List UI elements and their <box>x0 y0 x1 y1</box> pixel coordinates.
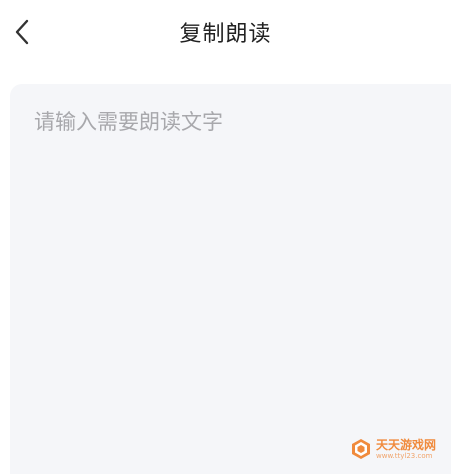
copy-read-screen: 复制朗读 天天游戏网 www.ttyl23.com <box>0 0 451 474</box>
read-text-input[interactable] <box>10 84 451 474</box>
watermark-brand: 天天游戏网 <box>376 437 437 452</box>
cube-logo-icon <box>352 439 370 459</box>
text-input-panel <box>10 84 451 474</box>
watermark-site: www.ttyl23.com <box>376 451 433 460</box>
top-bar: 复制朗读 <box>0 0 451 64</box>
page-title: 复制朗读 <box>179 22 272 47</box>
watermark: 天天游戏网 www.ttyl23.com <box>350 438 436 460</box>
